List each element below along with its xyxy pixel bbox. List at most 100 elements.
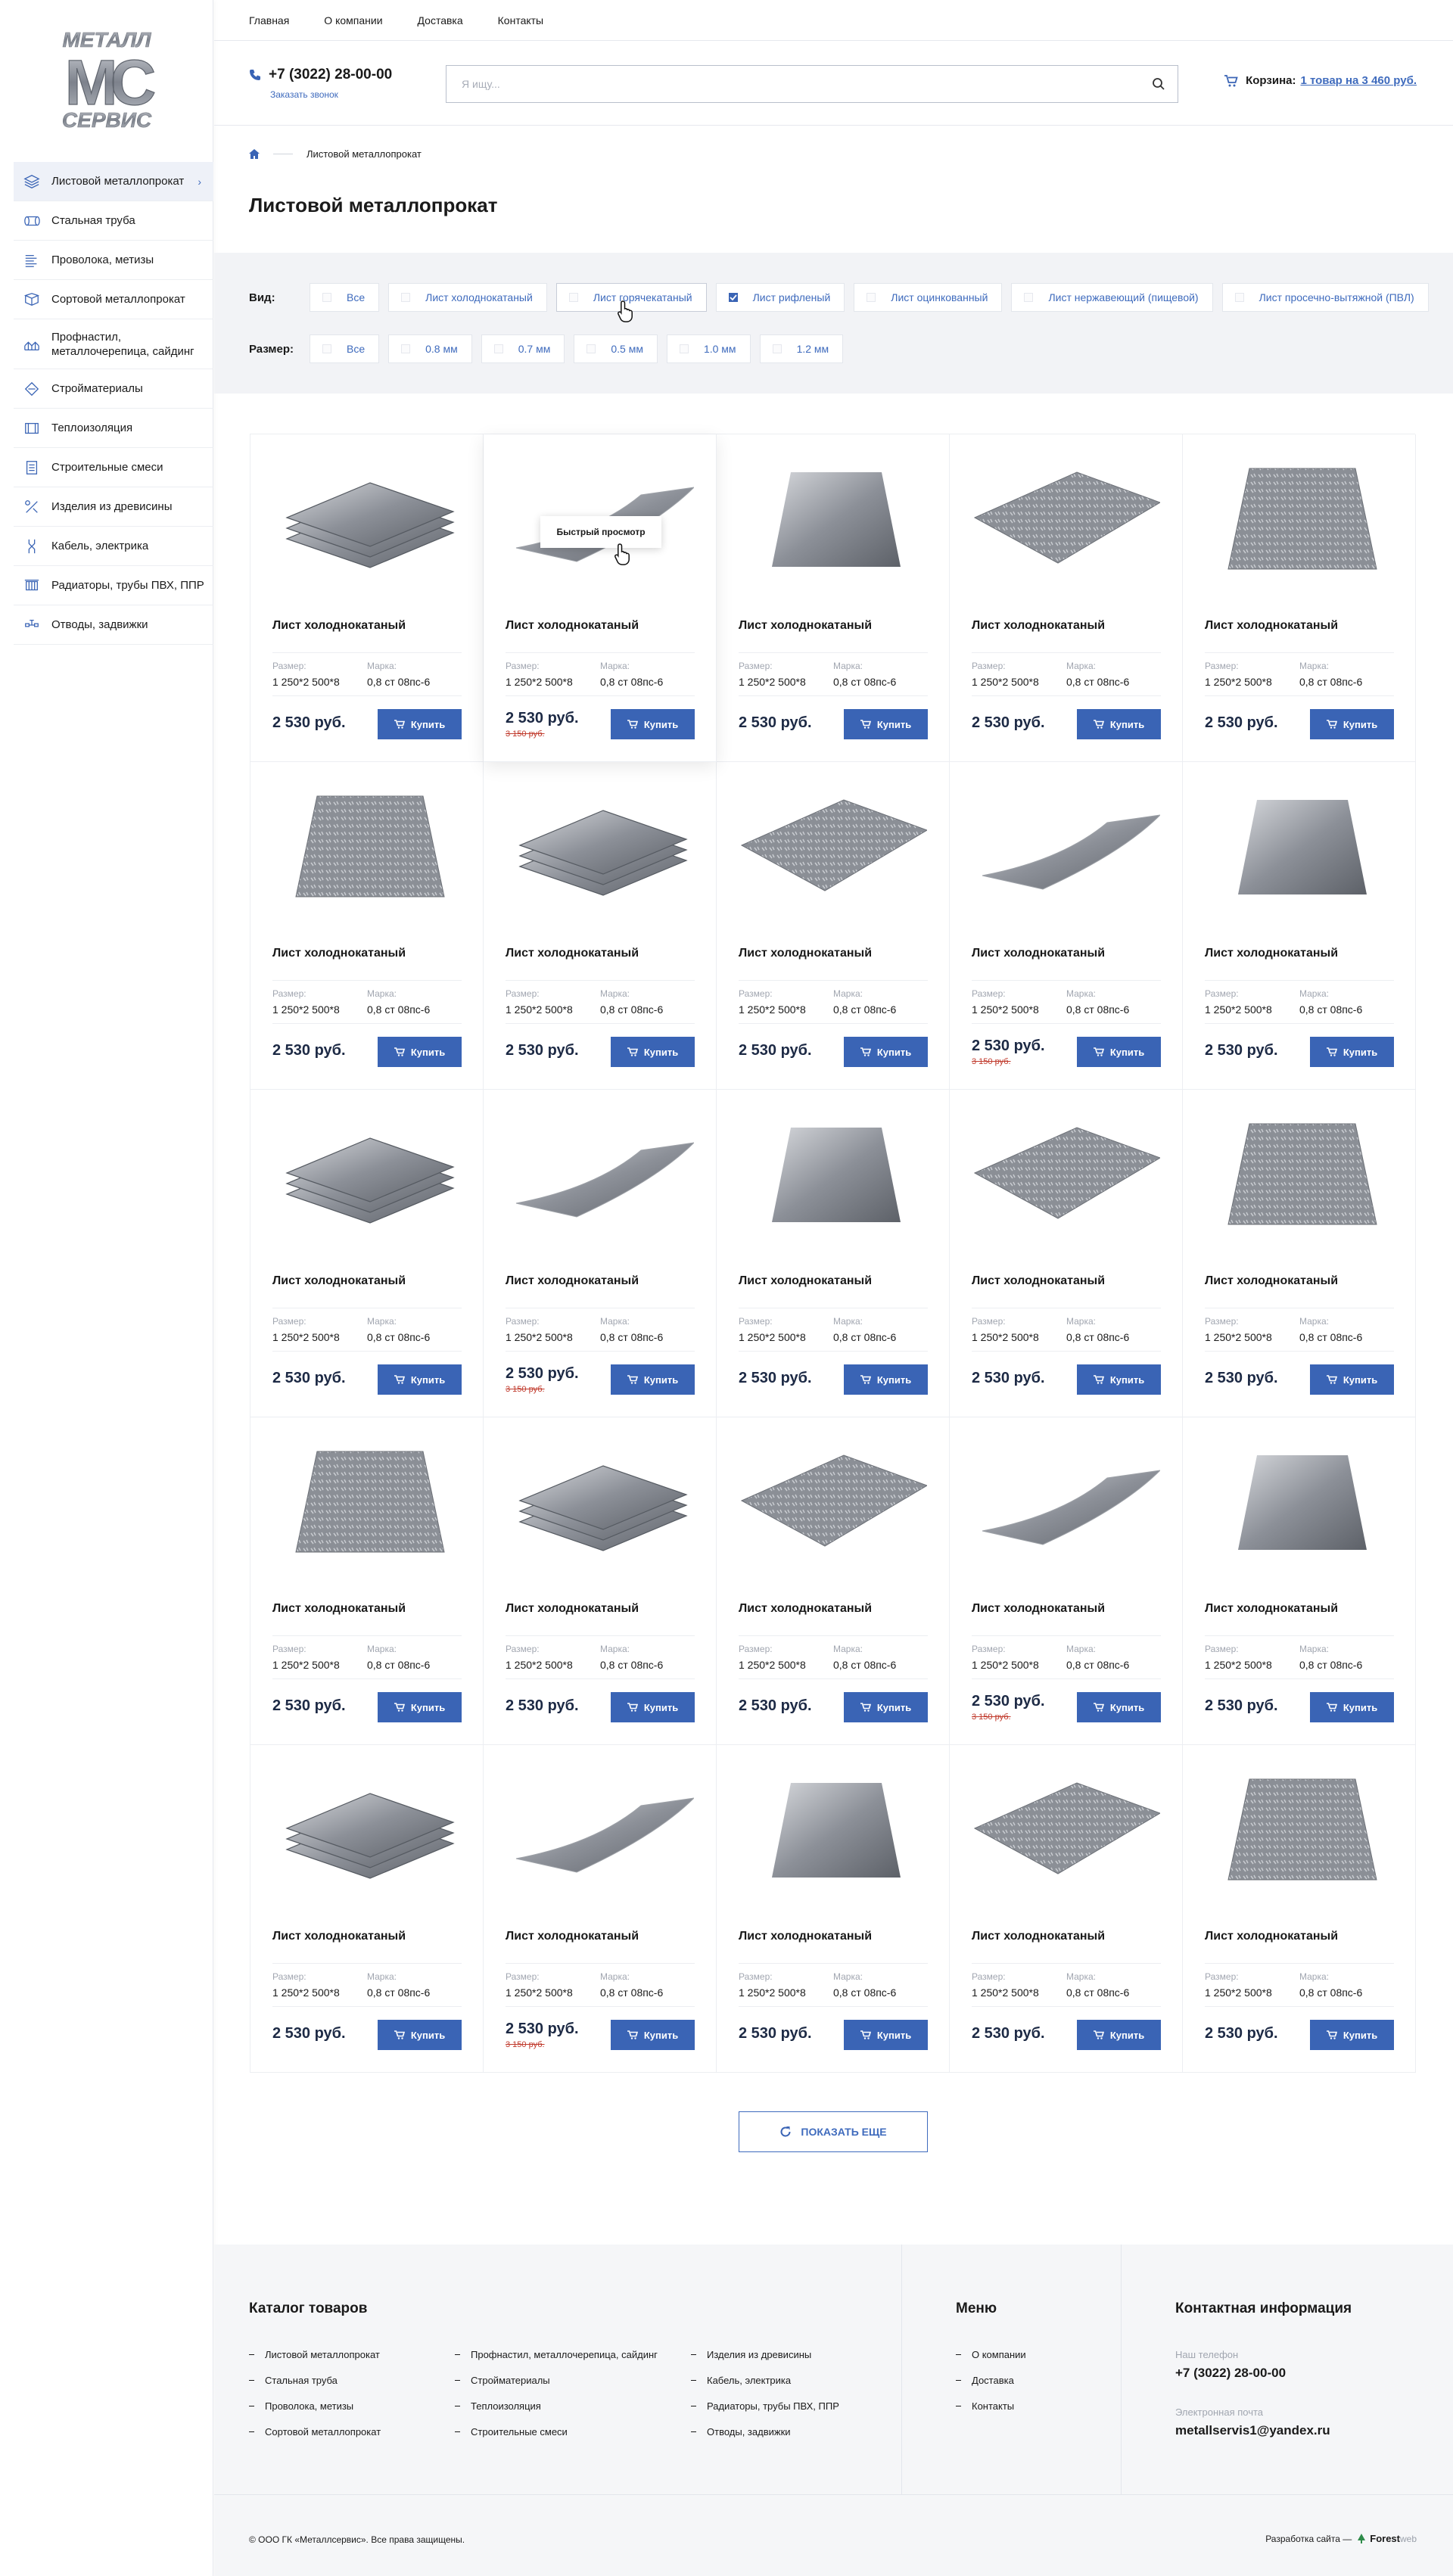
checkbox[interactable] xyxy=(322,293,331,302)
product-card[interactable]: Лист холоднокатаный Размер: 1 250*2 500*8 М… xyxy=(950,1745,1183,2073)
product-image[interactable] xyxy=(505,792,694,898)
buy-button[interactable]: Купить xyxy=(1077,1364,1161,1395)
product-image[interactable] xyxy=(272,1775,461,1881)
product-card[interactable]: Лист холоднокатаный Размер: 1 250*2 500*8 М… xyxy=(250,762,484,1090)
buy-button[interactable]: Купить xyxy=(611,1364,695,1395)
footer-catalog-link-2[interactable]: Радиаторы, трубы ПВХ, ППР xyxy=(691,2400,839,2412)
product-card[interactable]: Лист холоднокатаный Размер: 1 250*2 500*8 М… xyxy=(1183,1745,1416,2073)
filter-chip[interactable]: Лист холоднокатаный xyxy=(388,283,547,312)
product-name[interactable]: Лист холоднокатаный xyxy=(972,947,1105,960)
product-name[interactable]: Лист холоднокатаный xyxy=(506,619,639,633)
sidebar-item-2[interactable]: Проволока, метизы xyxy=(14,241,213,280)
sidebar-item-7[interactable]: Строительные смеси xyxy=(14,448,213,487)
product-image[interactable] xyxy=(1204,1448,1393,1554)
product-card[interactable]: Лист холоднокатаный Размер: 1 250*2 500*8 М… xyxy=(1183,1090,1416,1417)
product-card[interactable]: Лист холоднокатаный Размер: 1 250*2 500*8 М… xyxy=(717,1090,950,1417)
product-image[interactable] xyxy=(272,792,461,898)
product-card[interactable]: Лист холоднокатаный Размер: 1 250*2 500*8 М… xyxy=(484,762,717,1090)
checkbox[interactable] xyxy=(493,344,503,353)
product-name[interactable]: Лист холоднокатаный xyxy=(272,1602,406,1616)
buy-button[interactable]: Купить xyxy=(378,709,462,739)
product-card[interactable]: Лист холоднокатаный Размер: 1 250*2 500*8 М… xyxy=(250,1745,484,2073)
product-card[interactable]: Лист холоднокатаный Размер: 1 250*2 500*8 М… xyxy=(950,434,1183,762)
sidebar-item-6[interactable]: Теплоизоляция xyxy=(14,409,213,448)
product-image[interactable] xyxy=(272,1448,461,1554)
product-card[interactable]: Лист холоднокатаный Размер: 1 250*2 500*8 М… xyxy=(717,1745,950,2073)
product-name[interactable]: Лист холоднокатаный xyxy=(506,1602,639,1616)
buy-button[interactable]: Купить xyxy=(611,1037,695,1067)
filter-chip[interactable]: 0.7 мм xyxy=(481,334,565,363)
buy-button[interactable]: Купить xyxy=(1310,1364,1394,1395)
filter-chip[interactable]: Лист оцинкованный xyxy=(854,283,1003,312)
checkbox[interactable] xyxy=(401,344,411,353)
site-logo[interactable]: МЕТАЛЛ МС СЕРВИС xyxy=(56,26,163,133)
buy-button[interactable]: Купить xyxy=(611,2020,695,2050)
product-card[interactable]: Лист холоднокатаный Размер: 1 250*2 500*8 М… xyxy=(484,1417,717,1745)
filter-chip[interactable]: Все xyxy=(310,334,380,363)
product-image[interactable] xyxy=(738,792,929,898)
product-image[interactable] xyxy=(738,1120,927,1226)
sidebar-item-1[interactable]: Стальная труба xyxy=(14,201,213,241)
filter-chip[interactable]: Лист нержавеющий (пищевой) xyxy=(1011,283,1213,312)
checkbox[interactable] xyxy=(586,344,596,353)
product-image[interactable] xyxy=(738,1775,927,1881)
checkbox[interactable] xyxy=(867,293,876,302)
product-name[interactable]: Лист холоднокатаный xyxy=(739,619,872,633)
product-name[interactable]: Лист холоднокатаный xyxy=(739,947,872,960)
buy-button[interactable]: Купить xyxy=(1077,1692,1161,1722)
nav-contacts[interactable]: Контакты xyxy=(498,14,543,26)
buy-button[interactable]: Купить xyxy=(1310,1692,1394,1722)
nav-delivery[interactable]: Доставка xyxy=(418,14,463,26)
product-name[interactable]: Лист холоднокатаный xyxy=(1205,1602,1338,1616)
filter-chip[interactable]: Лист рифленый xyxy=(715,283,845,312)
product-name[interactable]: Лист холоднокатаный xyxy=(1205,1930,1338,1943)
product-card[interactable]: Лист холоднокатаный Размер: 1 250*2 500*8 М… xyxy=(484,1090,717,1417)
product-image[interactable] xyxy=(1204,1775,1393,1881)
product-name[interactable]: Лист холоднокатаный xyxy=(739,1602,872,1616)
sidebar-item-3[interactable]: Сортовой металлопрокат xyxy=(14,280,213,319)
product-name[interactable]: Лист холоднокатаный xyxy=(272,619,406,633)
product-name[interactable]: Лист холоднокатаный xyxy=(272,947,406,960)
product-card[interactable]: Лист холоднокатаный Размер: 1 250*2 500*8 М… xyxy=(1183,762,1416,1090)
product-image[interactable] xyxy=(505,1775,695,1881)
product-name[interactable]: Лист холоднокатаный xyxy=(272,1274,406,1288)
buy-button[interactable]: Купить xyxy=(1077,709,1161,739)
checkbox[interactable] xyxy=(568,293,578,302)
footer-catalog-link-0[interactable]: Листовой металлопрокат xyxy=(249,2349,381,2360)
callback-link[interactable]: Заказать звонок xyxy=(270,89,392,100)
product-name[interactable]: Лист холоднокатаный xyxy=(1205,1274,1338,1288)
filter-chip[interactable]: 1.2 мм xyxy=(759,334,844,363)
product-image[interactable] xyxy=(971,1448,1162,1554)
filter-chip[interactable]: Лист просечно-вытяжной (ПВЛ) xyxy=(1221,283,1429,312)
sidebar-item-8[interactable]: Изделия из древисины xyxy=(14,487,213,527)
checkbox[interactable] xyxy=(728,293,738,302)
buy-button[interactable]: Купить xyxy=(611,709,695,739)
quick-view-button[interactable]: Быстрый просмотр xyxy=(540,516,661,548)
buy-button[interactable]: Купить xyxy=(844,2020,928,2050)
product-card[interactable]: Лист холоднокатаный Размер: 1 250*2 500*8 М… xyxy=(1183,1417,1416,1745)
product-name[interactable]: Лист холоднокатаный xyxy=(1205,947,1338,960)
product-name[interactable]: Лист холоднокатаный xyxy=(972,1274,1105,1288)
footer-catalog-link-0[interactable]: Изделия из древисины xyxy=(691,2349,839,2360)
filter-chip[interactable]: Все xyxy=(310,283,380,312)
product-card[interactable]: Лист холоднокатаный Размер: 1 250*2 500*8 М… xyxy=(484,1745,717,2073)
buy-button[interactable]: Купить xyxy=(378,1692,462,1722)
product-card[interactable]: Лист холоднокатаный Размер: 1 250*2 500*8 М… xyxy=(250,434,484,762)
show-more-button[interactable]: ПОКАЗАТЬ ЕЩЕ xyxy=(739,2111,928,2152)
buy-button[interactable]: Купить xyxy=(1077,1037,1161,1067)
product-image[interactable] xyxy=(1204,1120,1393,1226)
product-name[interactable]: Лист холоднокатаный xyxy=(1205,619,1338,633)
product-card[interactable]: Лист холоднокатаный Размер: 1 250*2 500*8 М… xyxy=(250,1417,484,1745)
buy-button[interactable]: Купить xyxy=(844,1037,928,1067)
footer-menu-link-1[interactable]: Доставка xyxy=(956,2375,1026,2386)
product-card[interactable]: Лист холоднокатаный Размер: 1 250*2 500*8 М… xyxy=(717,1417,950,1745)
buy-button[interactable]: Купить xyxy=(1310,709,1394,739)
buy-button[interactable]: Купить xyxy=(1310,1037,1394,1067)
footer-catalog-link-1[interactable]: Кабель, электрика xyxy=(691,2375,839,2386)
product-name[interactable]: Лист холоднокатаный xyxy=(506,947,639,960)
product-image[interactable] xyxy=(505,1120,695,1226)
buy-button[interactable]: Купить xyxy=(611,1692,695,1722)
product-card[interactable]: Лист холоднокатаный Размер: 1 250*2 500*8 М… xyxy=(717,434,950,762)
home-icon[interactable] xyxy=(249,149,260,159)
product-card[interactable]: Лист холоднокатаный Размер: 1 250*2 500*8 М… xyxy=(484,434,717,762)
